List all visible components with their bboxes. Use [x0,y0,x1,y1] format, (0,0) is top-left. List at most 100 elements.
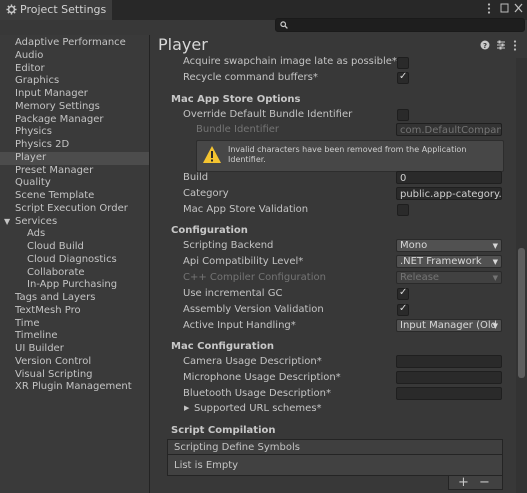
api-compat-dropdown[interactable]: .NET Framework ▼ [396,255,502,268]
scripting-backend-label: Scripting Backend [183,240,274,251]
sliders-icon[interactable] [496,40,506,53]
sidebar-item-cloud-diagnostics[interactable]: Cloud Diagnostics [27,254,117,267]
sidebar-item-input-manager[interactable]: Input Manager [15,88,88,101]
chevron-down-icon[interactable]: ▼ [4,216,10,229]
chevron-down-icon: ▼ [492,242,498,250]
mac-app-store-validation-checkbox[interactable] [397,204,409,216]
sidebar-item-textmesh-pro[interactable]: TextMesh Pro [15,305,81,318]
kebab-menu-icon[interactable] [513,40,517,54]
recycle-buffers-checkbox[interactable]: ✓ [397,71,409,84]
sidebar-item-adaptive-performance[interactable]: Adaptive Performance [15,37,126,50]
microphone-usage-field[interactable] [396,371,502,384]
mac-app-store-header: Mac App Store Options [171,94,301,105]
incremental-gc-label: Use incremental GC [183,288,283,299]
bluetooth-usage-field[interactable] [396,387,502,400]
input-handling-value: Input Manager (Old [400,320,497,331]
sidebar-item-audio[interactable]: Audio [15,50,43,63]
sidebar-item-collaborate[interactable]: Collaborate [27,267,85,280]
sidebar-item-ads[interactable]: Ads [27,228,45,241]
define-symbols-label: Scripting Define Symbols [174,442,300,453]
assembly-validation-checkbox[interactable]: ✓ [397,303,409,316]
svg-text:?: ? [483,42,487,50]
maximize-icon[interactable] [500,3,509,16]
build-label: Build [183,172,209,183]
sidebar-item-package-manager[interactable]: Package Manager [15,114,103,127]
sidebar-item-script-execution-order[interactable]: Script Execution Order [15,203,128,216]
add-button[interactable]: + [458,475,469,490]
override-bundle-checkbox[interactable] [397,109,409,121]
sidebar-item-visual-scripting[interactable]: Visual Scripting [15,369,93,382]
define-symbols-list: List is Empty [167,455,503,476]
chevron-right-icon[interactable]: ▶ [184,404,189,412]
url-schemes-label[interactable]: Supported URL schemes* [194,403,322,414]
acquire-swapchain-checkbox[interactable] [397,57,409,69]
recycle-buffers-label: Recycle command buffers* [183,72,318,83]
scripting-backend-value: Mono [400,240,428,251]
sidebar-item-editor[interactable]: Editor [15,63,45,76]
microphone-usage-label: Microphone Usage Description* [183,372,341,383]
sidebar-item-physics[interactable]: Physics [15,126,52,139]
checkmark-icon: ✓ [399,71,408,82]
input-handling-label: Active Input Handling* [183,320,296,331]
checkmark-icon: ✓ [399,303,408,314]
window-title: Project Settings [20,3,107,16]
close-icon[interactable] [514,3,523,16]
bundle-identifier-label: Bundle Identifier [196,124,280,135]
sidebar-item-preset-manager[interactable]: Preset Manager [15,165,93,178]
sidebar-item-timeline[interactable]: Timeline [15,330,58,343]
sidebar-item-selected[interactable]: Player [0,152,149,165]
sidebar-item-time[interactable]: Time [15,318,39,331]
acquire-swapchain-label: Acquire swapchain image late as possible… [183,56,397,67]
sidebar-item-xr-plugin-management[interactable]: XR Plugin Management [15,381,132,394]
category-field[interactable]: public.app-category.g [396,187,502,200]
sidebar-item-graphics[interactable]: Graphics [15,75,59,88]
sidebar-item-cloud-build[interactable]: Cloud Build [27,241,84,254]
incremental-gc-checkbox[interactable]: ✓ [397,287,409,300]
sidebar-item-ui-builder[interactable]: UI Builder [15,343,64,356]
kebab-menu-icon[interactable] [487,3,491,17]
mac-configuration-header: Mac Configuration [171,341,275,352]
assembly-validation-label: Assembly Version Validation [183,304,324,315]
scrollbar-thumb[interactable] [518,248,525,378]
camera-usage-label: Camera Usage Description* [183,356,322,367]
list-footer: + − [448,475,503,490]
chevron-down-icon: ▼ [492,322,498,330]
sidebar-item-in-app-purchasing[interactable]: In-App Purchasing [27,279,117,292]
define-symbols-header[interactable]: Scripting Define Symbols [167,439,503,455]
category-label: Category [183,188,229,199]
sidebar-item-scene-template[interactable]: Scene Template [15,190,94,203]
cpp-compiler-value: Release [400,272,440,283]
api-compat-value: .NET Framework [400,256,482,267]
configuration-header: Configuration [171,225,248,236]
camera-usage-field[interactable] [396,355,502,368]
sidebar-item-tags-and-layers[interactable]: Tags and Layers [15,292,95,305]
sidebar-item-services[interactable]: Services [15,216,57,229]
input-handling-dropdown[interactable]: Input Manager (Old ▼ [396,319,502,332]
empty-list-text: List is Empty [174,460,239,471]
sidebar-item-physics-2d[interactable]: Physics 2D [15,139,69,152]
question-icon[interactable]: ? [480,40,490,53]
sidebar-item-version-control[interactable]: Version Control [15,356,91,369]
build-field[interactable]: 0 [396,171,502,184]
sidebar-item-player[interactable]: Player [15,152,46,165]
search-input[interactable] [275,18,525,32]
override-bundle-label: Override Default Bundle Identifier [183,109,353,120]
bundle-identifier-field[interactable]: com.DefaultCompany [396,123,502,136]
scripting-backend-dropdown[interactable]: Mono ▼ [396,239,502,252]
bluetooth-usage-label: Bluetooth Usage Description* [183,388,332,399]
cpp-compiler-dropdown[interactable]: Release ▼ [396,271,502,284]
cpp-compiler-label: C++ Compiler Configuration [183,272,326,283]
gear-icon [6,4,17,18]
sidebar-item-quality[interactable]: Quality [15,177,51,190]
sidebar-item-memory-settings[interactable]: Memory Settings [15,101,100,114]
script-compilation-header: Script Compilation [171,425,276,436]
page-title: Player [158,35,208,54]
warning-message: Invalid characters have been removed fro… [228,145,467,164]
window-tab[interactable]: Project Settings [0,0,112,20]
remove-button[interactable]: − [479,475,490,490]
warning-box: Invalid characters have been removed fro… [196,140,504,172]
api-compat-label: Api Compatibility Level* [183,256,304,267]
checkmark-icon: ✓ [399,287,408,298]
chevron-down-icon: ▼ [492,274,498,282]
mac-app-store-validation-label: Mac App Store Validation [183,204,309,215]
